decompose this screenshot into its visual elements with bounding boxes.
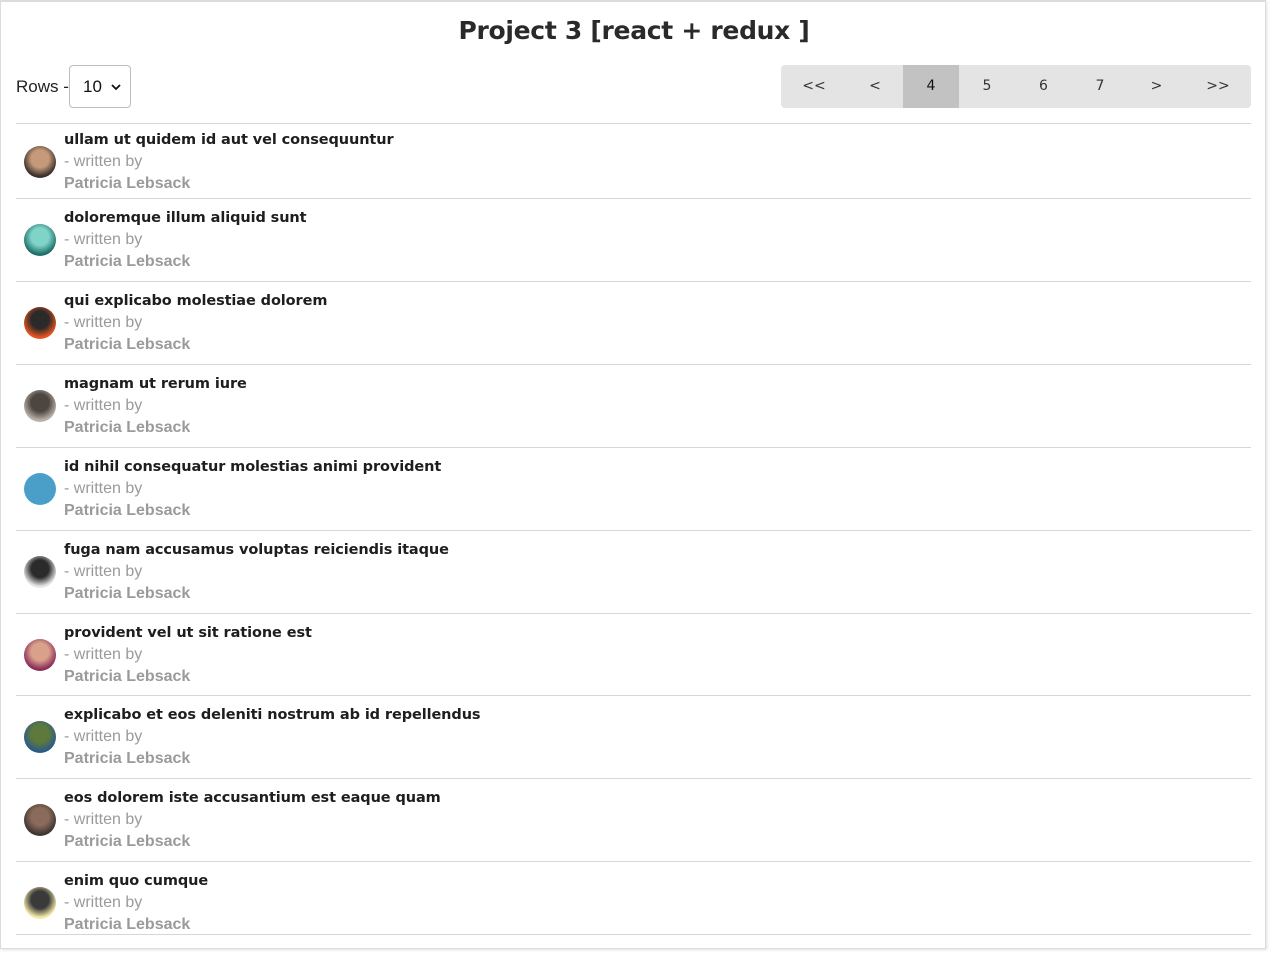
author-name[interactable]: Patricia Lebsack [64, 668, 190, 686]
rows-label: Rows - [16, 77, 69, 96]
next-page-button[interactable]: > [1128, 65, 1185, 108]
author-name[interactable]: Patricia Lebsack [64, 833, 190, 851]
avatar [24, 307, 56, 339]
written-by-label: - written by [64, 314, 143, 331]
avatar [24, 804, 56, 836]
author-name[interactable]: Patricia Lebsack [64, 419, 190, 437]
post-title[interactable]: doloremque illum aliquid sunt [64, 210, 307, 226]
author-name[interactable]: Patricia Lebsack [64, 502, 190, 520]
post-title[interactable]: explicabo et eos deleniti nostrum ab id … [64, 707, 481, 723]
avatar [24, 473, 56, 505]
author-name[interactable]: Patricia Lebsack [64, 750, 190, 768]
post-title[interactable]: ullam ut quidem id aut vel consequuntur [64, 132, 394, 148]
author-name[interactable]: Patricia Lebsack [64, 175, 190, 193]
written-by-label: - written by [64, 480, 143, 497]
author-name[interactable]: Patricia Lebsack [64, 253, 190, 271]
written-by-label: - written by [64, 231, 143, 248]
page-button-6[interactable]: 6 [1015, 65, 1072, 108]
avatar [24, 887, 56, 919]
author-name[interactable]: Patricia Lebsack [64, 336, 190, 354]
list-item: qui explicabo molestiae dolorem - written… [16, 281, 1251, 364]
written-by-label: - written by [64, 728, 143, 745]
post-title[interactable]: provident vel ut sit ratione est [64, 625, 312, 641]
written-by-label: - written by [64, 894, 143, 911]
page-card: Project 3 [react + redux ] Rows - 10 << <… [0, 0, 1266, 949]
list-item: ullam ut quidem id aut vel consequuntur -… [16, 123, 1251, 198]
post-title[interactable]: enim quo cumque [64, 873, 208, 889]
avatar [24, 390, 56, 422]
rows-per-page-select[interactable]: 10 [69, 65, 131, 108]
list-item: doloremque illum aliquid sunt - written b… [16, 198, 1251, 281]
list-item: id nihil consequatur molestias animi pro… [16, 447, 1251, 530]
list-item: magnam ut rerum iure - written by Patricia… [16, 364, 1251, 447]
avatar [24, 224, 56, 256]
avatar [24, 721, 56, 753]
list-item: enim quo cumque - written by Patricia Lebs… [16, 861, 1251, 935]
page-title: Project 3 [react + redux ] [458, 16, 810, 45]
pagination: << <4 5 6 7 > >> [781, 65, 1251, 108]
page-button-4[interactable]: 4 [903, 65, 959, 108]
author-name[interactable]: Patricia Lebsack [64, 916, 190, 934]
post-title[interactable]: qui explicabo molestiae dolorem [64, 293, 327, 309]
written-by-label: - written by [64, 397, 143, 414]
avatar [24, 639, 56, 671]
post-title[interactable]: eos dolorem iste accusantium est eaque q… [64, 790, 441, 806]
rows-selected-value: 10 [83, 76, 102, 96]
page-button-7[interactable]: 7 [1072, 65, 1128, 108]
first-page-button[interactable]: << [781, 65, 847, 108]
list-item: provident vel ut sit ratione est - writte… [16, 613, 1251, 695]
author-name[interactable]: Patricia Lebsack [64, 585, 190, 603]
chevron-down-icon [111, 83, 121, 90]
last-page-button[interactable]: >> [1185, 65, 1251, 108]
avatar [24, 556, 56, 588]
list-item: fuga nam accusamus voluptas reiciendis i… [16, 530, 1251, 613]
list-item: eos dolorem iste accusantium est eaque q… [16, 778, 1251, 861]
post-title[interactable]: fuga nam accusamus voluptas reiciendis i… [64, 542, 449, 558]
list-item: explicabo et eos deleniti nostrum ab id … [16, 695, 1251, 778]
page-button-5[interactable]: 5 [959, 65, 1015, 108]
post-title[interactable]: id nihil consequatur molestias animi pro… [64, 459, 441, 475]
prev-page-button[interactable]: < [847, 65, 903, 108]
written-by-label: - written by [64, 563, 143, 580]
written-by-label: - written by [64, 646, 143, 663]
post-title[interactable]: magnam ut rerum iure [64, 376, 247, 392]
avatar [24, 146, 56, 178]
written-by-label: - written by [64, 153, 143, 170]
written-by-label: - written by [64, 811, 143, 828]
